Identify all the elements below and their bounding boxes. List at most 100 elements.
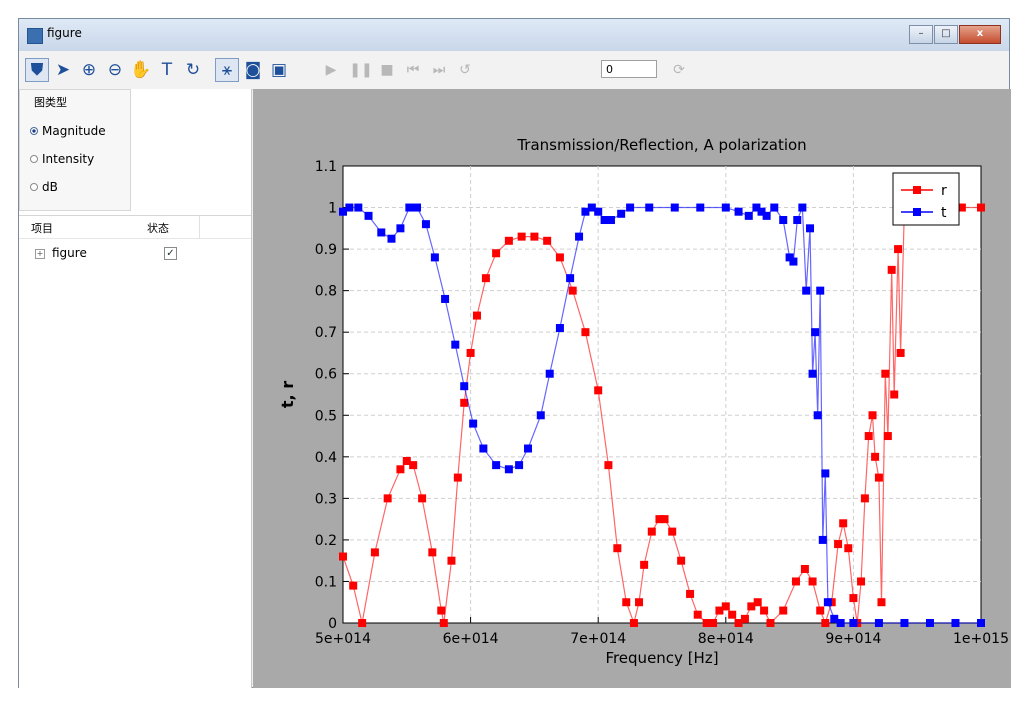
legend-label-r: r [941,183,947,199]
data-point-r [409,461,418,470]
camera-icon[interactable]: ◙ [241,58,265,82]
minimize-button[interactable]: – [909,25,933,44]
data-point-r [472,311,481,320]
radio-db[interactable]: dB [30,180,58,194]
data-point-t [808,369,817,378]
x-tick-label: 5e+014 [315,631,371,647]
maximize-button[interactable]: □ [934,25,958,44]
y-tick-label: 0.9 [315,242,337,258]
data-point-t [594,207,603,216]
data-point-r [418,494,427,503]
data-point-t [793,216,802,225]
radio-dot[interactable] [30,183,38,191]
data-cursor-icon[interactable]: ⚹ [215,58,239,82]
y-tick-label: 0.4 [315,450,337,466]
data-point-r [890,390,899,399]
tree-header-status[interactable]: 状态 [147,220,169,236]
loop-icon[interactable]: ↺ [453,58,477,82]
data-point-t [345,203,354,212]
data-point-t [387,234,396,243]
y-tick-label: 0.8 [315,284,337,300]
data-point-r [635,598,644,607]
data-point-r [481,274,490,283]
data-point-r [660,515,669,524]
data-point-r [349,581,358,590]
data-point-r [504,236,513,245]
x-tick-label: 1e+015 [953,631,1009,647]
data-point-t [821,469,830,478]
first-frame-icon[interactable]: ⏮ [401,58,425,82]
header-divider [199,216,200,238]
data-point-r [821,619,830,627]
data-point-t [606,216,615,225]
tree-item-label: figure [52,246,87,260]
data-point-t [770,203,779,212]
window-title: figure [47,26,82,40]
title-bar: figure – □ x [19,19,1009,52]
plot-area: 0 0.1 0.2 0.3 0.4 0.5 0.6 0.7 0.8 0.9 1 1.1 5e+014 6e… [253,89,1011,689]
visibility-checkbox[interactable]: ✓ [164,247,177,260]
data-point-r [613,544,622,553]
data-point-r [543,236,552,245]
x-tick-label: 8e+014 [698,631,754,647]
data-point-r [693,610,702,619]
data-point-r [766,619,775,627]
data-point-t [460,382,469,391]
data-point-r [339,552,347,561]
data-point-r [883,432,892,441]
radio-dot[interactable] [30,155,38,163]
data-point-t [816,286,825,295]
tree-header-item[interactable]: 项目 [31,220,53,236]
chart-title: Transmission/Reflection, A polarization [516,136,806,154]
data-point-t [566,274,575,283]
last-frame-icon[interactable]: ⏭ [427,58,451,82]
taskbar-strip [0,688,1029,705]
data-point-t [721,203,730,212]
data-point-r [887,265,896,274]
refresh-icon[interactable]: ⟳ [667,58,691,82]
frame-number-input[interactable]: 0 [601,60,657,78]
data-point-t [951,619,960,627]
data-point-r [530,232,539,241]
data-point-t [545,369,554,378]
data-point-r [447,556,456,565]
y-tick-label: 0 [328,616,337,632]
data-point-t [874,619,883,627]
data-point-r [647,527,656,536]
pause-icon[interactable]: ❚❚ [349,58,373,82]
data-point-t [811,328,820,337]
side-panel: 图类型 Magnitude Intensity dB 项目 状态 + figur… [19,89,252,689]
tree-row[interactable]: + figure ✓ [19,245,251,265]
data-point-t [849,619,858,627]
export-icon[interactable]: ▣ [267,58,291,82]
radio-dot[interactable] [30,127,38,135]
pan-hand-icon[interactable]: ✋ [129,58,153,82]
data-point-t [515,461,524,470]
data-point-t [430,253,439,262]
expand-icon[interactable]: + [35,249,45,259]
data-point-r [791,577,800,586]
stop-icon[interactable]: ■ [375,58,399,82]
data-point-r [868,411,877,420]
plot-type-group: 图类型 Magnitude Intensity dB [19,89,131,211]
y-tick-label: 0.7 [315,325,337,341]
data-point-r [629,619,638,627]
x-tick-label: 9e+014 [825,631,881,647]
data-point-r [396,465,405,474]
pointer-icon[interactable]: ➤ [51,58,75,82]
zoom-in-icon[interactable]: ⊕ [77,58,101,82]
zoom-out-icon[interactable]: ⊖ [103,58,127,82]
radio-magnitude[interactable]: Magnitude [30,124,106,138]
data-point-r [439,619,448,627]
data-point-r [896,348,905,357]
text-tool-icon[interactable]: T [155,58,179,82]
close-button[interactable]: x [959,25,1001,44]
rotate-icon[interactable]: ↻ [181,58,205,82]
select-mode-icon[interactable]: ⛊ [25,58,49,82]
legend-marker-r [913,186,921,194]
data-point-r [977,203,985,212]
data-point-t [504,465,513,474]
play-icon[interactable]: ▶ [319,58,343,82]
radio-intensity[interactable]: Intensity [30,152,94,166]
data-point-r [728,610,737,619]
